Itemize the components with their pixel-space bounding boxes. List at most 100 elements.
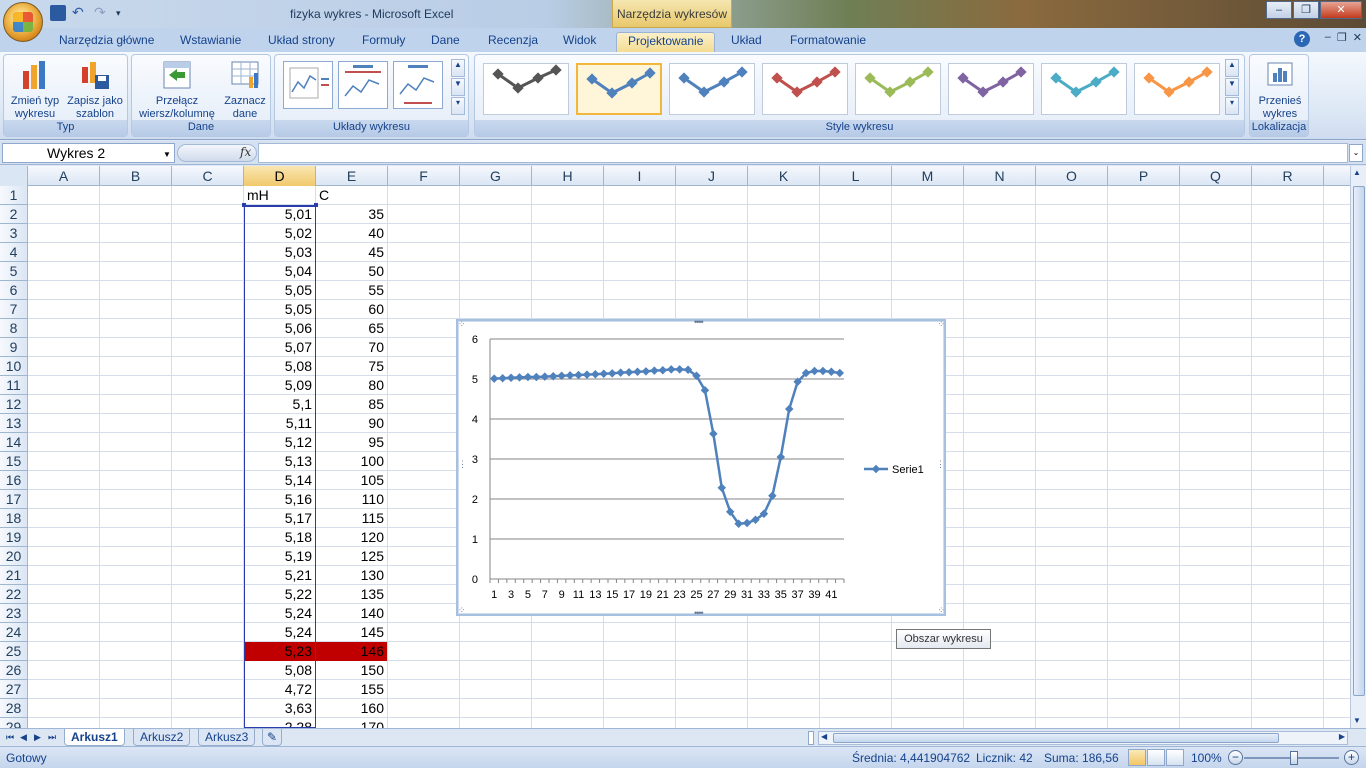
switch-row-column-button[interactable]: Przełącz wiersz/kolumnę	[134, 57, 220, 121]
row-header[interactable]: 7	[0, 300, 28, 319]
workbook-minimize-icon[interactable]: –	[1325, 31, 1331, 44]
selection-handle-tl[interactable]	[242, 203, 246, 207]
column-header[interactable]: Q	[1180, 166, 1252, 186]
cell[interactable]: 150	[316, 661, 387, 680]
row-header[interactable]: 11	[0, 376, 28, 395]
tab-review[interactable]: Recenzja	[477, 32, 549, 52]
cell[interactable]: 40	[316, 224, 387, 243]
page-layout-view-icon[interactable]	[1147, 749, 1165, 766]
column-header[interactable]: A	[28, 166, 100, 186]
styles-more[interactable]: ▾	[1225, 97, 1239, 115]
tab-layout[interactable]: Układ	[720, 32, 773, 52]
chart-resize-handle-tl[interactable]: ⁘	[458, 319, 465, 330]
cell[interactable]: 75	[316, 357, 387, 376]
redo-icon[interactable]: ↷	[94, 5, 110, 21]
prev-sheet-icon[interactable]: ◀	[20, 732, 27, 743]
chart-style-1[interactable]	[483, 63, 569, 115]
layouts-scroll-down[interactable]: ▼	[451, 78, 465, 96]
workbook-restore-icon[interactable]: ❐	[1337, 31, 1347, 44]
row-header[interactable]: 10	[0, 357, 28, 376]
cell[interactable]: 145	[316, 623, 387, 642]
cell[interactable]: 110	[316, 490, 387, 509]
save-icon[interactable]	[50, 5, 66, 21]
name-box[interactable]: Wykres 2	[2, 143, 175, 163]
row-header[interactable]: 25	[0, 642, 28, 661]
cell[interactable]: 100	[316, 452, 387, 471]
embedded-chart[interactable]: ⁘ •••• ⁘ ⋮ ⋮ ⁘ •••• ⁘ 0 1 2 3 4 5 6 1 3 5 7 9 11 13 15…	[456, 317, 946, 618]
column-header[interactable]: M	[892, 166, 964, 186]
column-header[interactable]: H	[532, 166, 604, 186]
chart-resize-handle-bl[interactable]: ⁘	[458, 605, 465, 616]
help-icon[interactable]: ?	[1294, 31, 1310, 47]
sheet-tab-arkusz3[interactable]: Arkusz3	[198, 729, 256, 746]
cell[interactable]: 50	[316, 262, 387, 281]
chart-style-7[interactable]	[1041, 63, 1127, 115]
normal-view-icon[interactable]	[1128, 749, 1146, 766]
tab-insert[interactable]: Wstawianie	[169, 32, 252, 52]
row-header[interactable]: 26	[0, 661, 28, 680]
zoom-slider-knob[interactable]	[1290, 751, 1298, 765]
tab-design[interactable]: Projektowanie	[616, 32, 716, 52]
cell[interactable]: 155	[316, 680, 387, 699]
column-header[interactable]: B	[100, 166, 172, 186]
select-data-button[interactable]: Zaznacz dane	[220, 57, 270, 121]
minimize-button[interactable]: –	[1266, 1, 1292, 19]
row-header[interactable]: 27	[0, 680, 28, 699]
scroll-up-icon[interactable]: ▲	[1353, 168, 1361, 177]
cell[interactable]: 45	[316, 243, 387, 262]
chart-style-2[interactable]	[576, 63, 662, 115]
horizontal-scroll-thumb[interactable]	[833, 733, 1279, 743]
cell[interactable]: 125	[316, 547, 387, 566]
close-button[interactable]: ✕	[1320, 1, 1362, 19]
chart-style-5[interactable]	[855, 63, 941, 115]
styles-scroll-down[interactable]: ▼	[1225, 78, 1239, 96]
cell[interactable]: 105	[316, 471, 387, 490]
cell[interactable]: 160	[316, 699, 387, 718]
insert-function-icon[interactable]: fx	[240, 145, 251, 159]
office-button[interactable]	[3, 2, 43, 42]
column-header[interactable]: O	[1036, 166, 1108, 186]
row-header[interactable]: 18	[0, 509, 28, 528]
move-chart-button[interactable]: Przenieś wykres	[1252, 57, 1308, 121]
column-header[interactable]: E	[316, 166, 388, 186]
vertical-scroll-thumb[interactable]	[1353, 186, 1365, 696]
row-header[interactable]: 3	[0, 224, 28, 243]
row-header[interactable]: 19	[0, 528, 28, 547]
chart-layout-3[interactable]	[393, 61, 443, 109]
chart-style-3[interactable]	[669, 63, 755, 115]
cell[interactable]: 140	[316, 604, 387, 623]
row-header[interactable]: 21	[0, 566, 28, 585]
column-header[interactable]: P	[1108, 166, 1180, 186]
scroll-right-icon[interactable]: ▶	[1339, 732, 1345, 741]
chart-resize-handle-right[interactable]: ⋮	[936, 459, 945, 470]
tab-home[interactable]: Narzędzia główne	[48, 32, 165, 52]
cell[interactable]: 95	[316, 433, 387, 452]
column-header[interactable]: J	[676, 166, 748, 186]
chart-resize-handle-tr[interactable]: ⁘	[937, 319, 944, 330]
row-header[interactable]: 5	[0, 262, 28, 281]
cell[interactable]: 85	[316, 395, 387, 414]
column-header[interactable]: G	[460, 166, 532, 186]
row-header[interactable]: 24	[0, 623, 28, 642]
cell[interactable]: 60	[316, 300, 387, 319]
chart-style-8[interactable]	[1134, 63, 1220, 115]
row-header[interactable]: 14	[0, 433, 28, 452]
scroll-down-icon[interactable]: ▼	[1353, 716, 1361, 725]
chart-style-4[interactable]	[762, 63, 848, 115]
select-all-corner[interactable]	[0, 166, 28, 186]
cell[interactable]: 70	[316, 338, 387, 357]
cell[interactable]: 90	[316, 414, 387, 433]
customize-qat-icon[interactable]: ▾	[116, 5, 132, 21]
chart-resize-handle-bottom[interactable]: ••••	[694, 608, 704, 618]
column-header[interactable]: C	[172, 166, 244, 186]
row-header[interactable]: 16	[0, 471, 28, 490]
cell[interactable]: C	[316, 186, 387, 205]
formula-input[interactable]	[258, 143, 1348, 163]
chart-resize-handle-left[interactable]: ⋮	[458, 459, 467, 470]
column-header[interactable]: R	[1252, 166, 1324, 186]
cell[interactable]: 115	[316, 509, 387, 528]
cell[interactable]: 65	[316, 319, 387, 338]
insert-sheet-icon[interactable]: ✎	[262, 729, 283, 746]
cell[interactable]: 55	[316, 281, 387, 300]
tab-view[interactable]: Widok	[552, 32, 607, 52]
